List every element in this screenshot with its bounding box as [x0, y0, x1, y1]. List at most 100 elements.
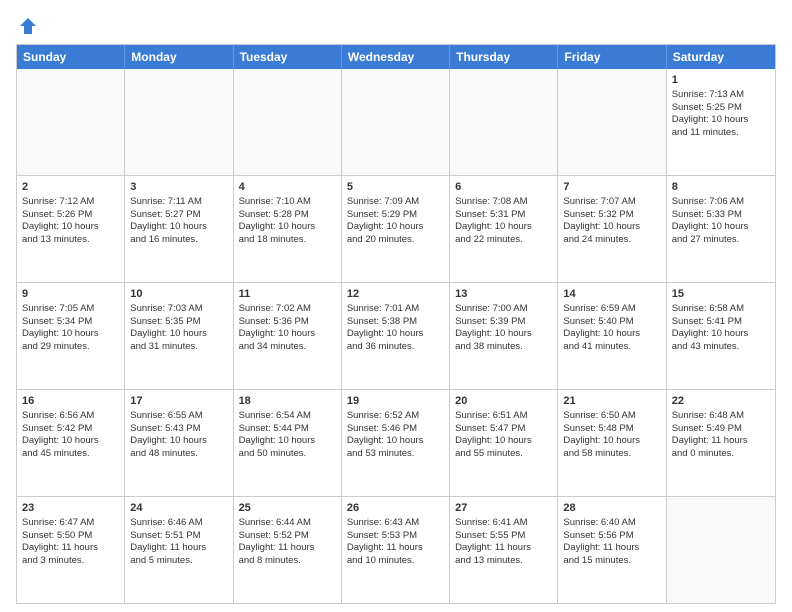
- day-info: Daylight: 10 hours: [455, 435, 552, 448]
- calendar-row: 16Sunrise: 6:56 AMSunset: 5:42 PMDayligh…: [17, 390, 775, 497]
- day-info: Daylight: 10 hours: [672, 114, 770, 127]
- day-info: Daylight: 10 hours: [563, 221, 660, 234]
- day-info: Sunset: 5:34 PM: [22, 316, 119, 329]
- day-info: and 34 minutes.: [239, 341, 336, 354]
- day-info: and 24 minutes.: [563, 234, 660, 247]
- calendar-cell: [125, 69, 233, 175]
- day-info: Daylight: 10 hours: [347, 435, 444, 448]
- day-info: Sunset: 5:39 PM: [455, 316, 552, 329]
- day-info: Sunrise: 6:41 AM: [455, 517, 552, 530]
- day-info: Sunrise: 6:54 AM: [239, 410, 336, 423]
- day-info: Sunset: 5:53 PM: [347, 530, 444, 543]
- day-number: 23: [22, 501, 119, 516]
- day-info: Daylight: 10 hours: [672, 221, 770, 234]
- day-number: 10: [130, 287, 227, 302]
- day-info: Daylight: 11 hours: [239, 542, 336, 555]
- header-day-thursday: Thursday: [450, 45, 558, 69]
- header-day-monday: Monday: [125, 45, 233, 69]
- day-info: and 16 minutes.: [130, 234, 227, 247]
- calendar-cell: 4Sunrise: 7:10 AMSunset: 5:28 PMDaylight…: [234, 176, 342, 282]
- day-info: and 58 minutes.: [563, 448, 660, 461]
- day-info: Sunset: 5:27 PM: [130, 209, 227, 222]
- day-info: Sunrise: 7:03 AM: [130, 303, 227, 316]
- day-number: 26: [347, 501, 444, 516]
- day-info: Sunset: 5:35 PM: [130, 316, 227, 329]
- day-info: Sunrise: 6:51 AM: [455, 410, 552, 423]
- day-info: Sunrise: 7:01 AM: [347, 303, 444, 316]
- day-info: and 27 minutes.: [672, 234, 770, 247]
- calendar-cell: 11Sunrise: 7:02 AMSunset: 5:36 PMDayligh…: [234, 283, 342, 389]
- calendar-cell: [234, 69, 342, 175]
- day-info: Sunrise: 7:05 AM: [22, 303, 119, 316]
- calendar-cell: 6Sunrise: 7:08 AMSunset: 5:31 PMDaylight…: [450, 176, 558, 282]
- calendar-cell: 8Sunrise: 7:06 AMSunset: 5:33 PMDaylight…: [667, 176, 775, 282]
- day-number: 19: [347, 394, 444, 409]
- day-info: Sunrise: 6:46 AM: [130, 517, 227, 530]
- day-info: Daylight: 10 hours: [239, 328, 336, 341]
- day-info: Sunrise: 6:43 AM: [347, 517, 444, 530]
- calendar-cell: 12Sunrise: 7:01 AMSunset: 5:38 PMDayligh…: [342, 283, 450, 389]
- day-info: Sunset: 5:28 PM: [239, 209, 336, 222]
- day-info: Sunset: 5:36 PM: [239, 316, 336, 329]
- day-info: Sunset: 5:29 PM: [347, 209, 444, 222]
- day-info: Daylight: 10 hours: [563, 328, 660, 341]
- day-info: Sunrise: 7:11 AM: [130, 196, 227, 209]
- day-info: Sunrise: 7:13 AM: [672, 89, 770, 102]
- day-info: and 55 minutes.: [455, 448, 552, 461]
- day-number: 21: [563, 394, 660, 409]
- calendar-cell: 10Sunrise: 7:03 AMSunset: 5:35 PMDayligh…: [125, 283, 233, 389]
- day-info: and 48 minutes.: [130, 448, 227, 461]
- calendar-cell: 20Sunrise: 6:51 AMSunset: 5:47 PMDayligh…: [450, 390, 558, 496]
- calendar-cell: 26Sunrise: 6:43 AMSunset: 5:53 PMDayligh…: [342, 497, 450, 603]
- day-number: 22: [672, 394, 770, 409]
- header-day-saturday: Saturday: [667, 45, 775, 69]
- logo-icon: [18, 16, 38, 36]
- day-info: and 5 minutes.: [130, 555, 227, 568]
- day-info: Sunset: 5:43 PM: [130, 423, 227, 436]
- day-info: Daylight: 10 hours: [347, 328, 444, 341]
- day-info: Daylight: 10 hours: [130, 221, 227, 234]
- day-info: Sunrise: 7:09 AM: [347, 196, 444, 209]
- day-number: 12: [347, 287, 444, 302]
- day-info: Sunset: 5:55 PM: [455, 530, 552, 543]
- day-info: Daylight: 10 hours: [563, 435, 660, 448]
- calendar-cell: [558, 69, 666, 175]
- day-info: Sunrise: 6:52 AM: [347, 410, 444, 423]
- page: SundayMondayTuesdayWednesdayThursdayFrid…: [0, 0, 792, 612]
- day-info: Sunset: 5:33 PM: [672, 209, 770, 222]
- calendar-cell: [450, 69, 558, 175]
- day-number: 11: [239, 287, 336, 302]
- calendar-body: 1Sunrise: 7:13 AMSunset: 5:25 PMDaylight…: [17, 69, 775, 603]
- calendar-row: 23Sunrise: 6:47 AMSunset: 5:50 PMDayligh…: [17, 497, 775, 603]
- day-info: Daylight: 10 hours: [22, 435, 119, 448]
- day-info: Sunrise: 7:00 AM: [455, 303, 552, 316]
- day-number: 16: [22, 394, 119, 409]
- calendar-cell: 25Sunrise: 6:44 AMSunset: 5:52 PMDayligh…: [234, 497, 342, 603]
- day-info: Sunset: 5:44 PM: [239, 423, 336, 436]
- header-day-sunday: Sunday: [17, 45, 125, 69]
- calendar-row: 2Sunrise: 7:12 AMSunset: 5:26 PMDaylight…: [17, 176, 775, 283]
- day-info: Sunrise: 7:07 AM: [563, 196, 660, 209]
- calendar-cell: 18Sunrise: 6:54 AMSunset: 5:44 PMDayligh…: [234, 390, 342, 496]
- calendar: SundayMondayTuesdayWednesdayThursdayFrid…: [16, 44, 776, 604]
- day-info: Daylight: 10 hours: [239, 221, 336, 234]
- calendar-cell: 14Sunrise: 6:59 AMSunset: 5:40 PMDayligh…: [558, 283, 666, 389]
- day-info: Sunrise: 6:44 AM: [239, 517, 336, 530]
- day-number: 2: [22, 180, 119, 195]
- day-number: 4: [239, 180, 336, 195]
- day-number: 20: [455, 394, 552, 409]
- day-info: Daylight: 11 hours: [455, 542, 552, 555]
- logo: [16, 16, 38, 36]
- day-number: 13: [455, 287, 552, 302]
- calendar-cell: [342, 69, 450, 175]
- day-info: Daylight: 11 hours: [130, 542, 227, 555]
- day-number: 3: [130, 180, 227, 195]
- day-info: Sunset: 5:38 PM: [347, 316, 444, 329]
- day-info: Sunset: 5:47 PM: [455, 423, 552, 436]
- day-info: and 50 minutes.: [239, 448, 336, 461]
- day-info: Sunrise: 6:59 AM: [563, 303, 660, 316]
- day-info: Daylight: 10 hours: [130, 435, 227, 448]
- day-info: Sunset: 5:46 PM: [347, 423, 444, 436]
- day-info: Sunrise: 7:10 AM: [239, 196, 336, 209]
- day-info: Sunrise: 6:56 AM: [22, 410, 119, 423]
